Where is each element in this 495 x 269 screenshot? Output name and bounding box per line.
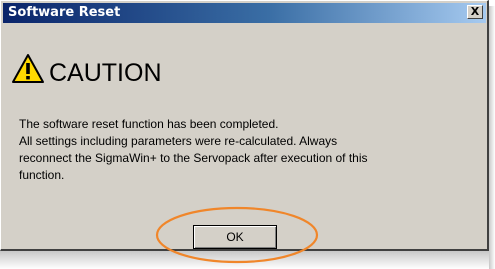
caution-heading: CAUTION — [49, 59, 162, 87]
close-button[interactable]: X — [467, 5, 483, 19]
message-text: The software reset function has been com… — [19, 116, 479, 184]
warning-triangle-icon — [12, 54, 44, 83]
software-reset-dialog: Software Reset X CAUTION The software re… — [0, 0, 489, 251]
message-line: The software reset function has been com… — [19, 117, 279, 131]
title-bar[interactable]: Software Reset X — [3, 3, 486, 23]
window-title: Software Reset — [8, 5, 121, 20]
message-line: function. — [19, 168, 65, 182]
message-line: reconnect the SigmaWin+ to the Servopack… — [19, 151, 368, 165]
ok-button[interactable]: OK — [193, 225, 277, 249]
window-shadow-right — [489, 6, 495, 269]
window-shadow-bottom — [0, 251, 495, 269]
message-line: All settings including parameters were r… — [19, 134, 338, 148]
